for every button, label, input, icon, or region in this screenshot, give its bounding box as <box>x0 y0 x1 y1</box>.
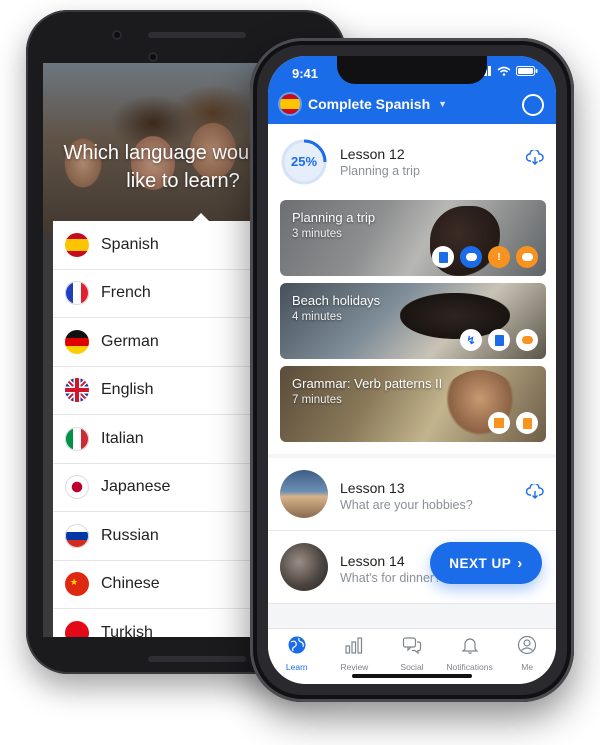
lesson-title: Lesson 14 <box>340 553 405 569</box>
spain-flag-icon <box>65 232 89 257</box>
activity-buttons: ↯ <box>460 329 538 351</box>
language-name: Spanish <box>101 235 159 253</box>
language-name: Japanese <box>101 478 171 496</box>
quiz-button[interactable]: ! <box>488 246 510 268</box>
tab-me[interactable]: Me <box>498 629 556 684</box>
activity-buttons: ! <box>432 246 538 268</box>
language-name: Chinese <box>101 575 160 593</box>
next-up-label: NEXT UP <box>449 555 512 571</box>
chevron-right-icon: › <box>517 554 523 572</box>
uk-flag-icon <box>65 378 89 403</box>
activity-title: Beach holidays <box>292 293 381 308</box>
user-icon <box>518 635 537 655</box>
sensor-icon <box>148 52 158 62</box>
lesson-subtitle: Planning a trip <box>340 164 420 178</box>
chat-icon <box>521 253 533 261</box>
activity-cards: Planning a trip 3 minutes ! Beach holida… <box>268 196 556 454</box>
tab-label: Me <box>521 662 534 672</box>
tab-label: Learn <box>285 662 308 672</box>
activity-duration: 4 minutes <box>292 311 342 323</box>
flash-button[interactable]: ↯ <box>460 329 482 351</box>
lesson-title: Lesson 12 <box>340 146 405 162</box>
activity-duration: 3 minutes <box>292 228 342 240</box>
lesson-row-12[interactable]: 25% Lesson 12 Planning a trip <box>268 124 556 197</box>
course-screen: 9:41 Complete Spanish ▼ 25% Lesson 12 Pl… <box>268 56 556 684</box>
card-icon <box>494 334 504 346</box>
card-icon <box>522 417 532 429</box>
lightning-icon: ↯ <box>466 334 476 347</box>
wifi-icon <box>497 66 511 76</box>
battery-icon <box>516 66 538 76</box>
home-indicator <box>352 674 472 678</box>
flashcard-button[interactable] <box>488 329 510 351</box>
spain-flag-icon <box>280 94 300 114</box>
chart-icon <box>345 637 363 654</box>
tab-label: Review <box>340 662 369 672</box>
lesson-thumbnail <box>280 470 328 518</box>
activity-card-planning[interactable]: Planning a trip 3 minutes ! <box>280 200 546 276</box>
speech-bubble-icon <box>465 253 477 261</box>
phone-notch <box>337 56 487 84</box>
tab-learn[interactable]: Learn <box>268 629 326 684</box>
france-flag-icon <box>65 281 89 306</box>
germany-flag-icon <box>65 329 89 354</box>
activity-card-grammar[interactable]: Grammar: Verb patterns II 7 minutes <box>280 366 546 442</box>
russia-flag-icon <box>65 523 89 548</box>
front-camera-icon <box>112 30 122 40</box>
japan-flag-icon <box>65 475 89 500</box>
tab-label: Notifications <box>446 662 493 672</box>
bell-icon <box>461 638 479 654</box>
svg-text:★: ★ <box>70 578 78 588</box>
question-icon: ! <box>497 251 501 263</box>
language-name: Turkish <box>101 623 153 637</box>
earpiece-speaker <box>148 32 246 38</box>
activity-title: Planning a trip <box>292 210 376 225</box>
activity-buttons <box>488 412 538 434</box>
status-time: 9:41 <box>292 66 319 81</box>
lesson-title: Lesson 13 <box>340 480 405 496</box>
course-selector[interactable]: Complete Spanish ▼ <box>280 94 447 114</box>
card-icon <box>438 251 448 263</box>
download-cloud-icon[interactable] <box>526 150 544 166</box>
popover-pointer <box>193 213 209 221</box>
turkey-flag-icon <box>65 620 89 637</box>
lesson-subtitle: What's for dinner? <box>340 571 442 585</box>
grid-icon <box>494 418 504 428</box>
lesson-thumbnail <box>280 543 328 591</box>
conversation-button[interactable] <box>516 246 538 268</box>
flashcard-button[interactable] <box>432 246 454 268</box>
activity-title: Grammar: Verb patterns II <box>292 376 443 391</box>
front-phone: 9:41 Complete Spanish ▼ 25% Lesson 12 Pl… <box>250 38 574 702</box>
grammar-button[interactable] <box>488 412 510 434</box>
chevron-down-icon: ▼ <box>438 99 448 109</box>
activity-duration: 7 minutes <box>292 394 342 406</box>
language-name: English <box>101 381 154 399</box>
lesson-subtitle: What are your hobbies? <box>340 498 473 512</box>
profile-circle-button[interactable] <box>522 94 544 116</box>
dialogue-button[interactable] <box>460 246 482 268</box>
bottom-speaker <box>148 656 246 662</box>
flashcard-button[interactable] <box>516 412 538 434</box>
italy-flag-icon <box>65 426 89 451</box>
language-name: Russian <box>101 526 159 544</box>
language-name: French <box>101 284 151 302</box>
chat-icon <box>521 336 533 344</box>
tab-label: Social <box>400 662 424 672</box>
next-up-button[interactable]: NEXT UP › <box>430 542 542 584</box>
conversation-button[interactable] <box>516 329 538 351</box>
progress-percent: 25% <box>290 154 318 169</box>
activity-card-beach[interactable]: Beach holidays 4 minutes ↯ <box>280 283 546 359</box>
language-name: German <box>101 332 159 350</box>
language-name: Italian <box>101 429 144 447</box>
globe-icon <box>288 636 306 654</box>
download-cloud-icon[interactable] <box>526 484 544 500</box>
lesson-row-13[interactable]: Lesson 13 What are your hobbies? <box>268 458 556 531</box>
course-title: Complete Spanish <box>308 96 431 112</box>
china-flag-icon: ★ <box>65 572 89 597</box>
chat-icon <box>402 637 422 655</box>
